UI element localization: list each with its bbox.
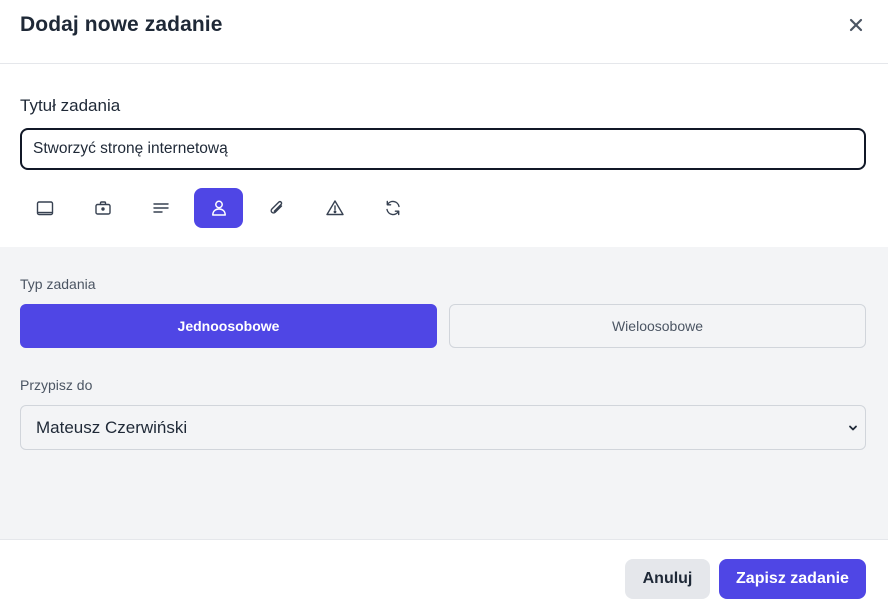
close-button[interactable] bbox=[846, 15, 866, 35]
priority-tool-button[interactable] bbox=[310, 188, 359, 228]
save-task-button[interactable]: Zapisz zadanie bbox=[719, 559, 866, 599]
briefcase-icon bbox=[94, 201, 111, 215]
close-icon bbox=[849, 18, 863, 32]
add-task-dialog: Dodaj nowe zadanie Tytuł zadania Stworzy… bbox=[0, 0, 888, 608]
task-title-input[interactable] bbox=[20, 128, 866, 170]
dialog-title: Dodaj nowe zadanie bbox=[20, 13, 223, 36]
assignee-tool-button[interactable] bbox=[194, 188, 243, 228]
task-type-toggle: Jednoosobowe Wieloosobowe bbox=[20, 304, 866, 348]
task-options-toolbar bbox=[20, 188, 417, 228]
assignee-select-value: Mateusz Czerwiński bbox=[36, 417, 188, 437]
paperclip-icon bbox=[270, 200, 282, 214]
title-section: Tytuł zadania bbox=[0, 64, 888, 248]
recurrence-tool-button[interactable] bbox=[368, 188, 417, 228]
warning-triangle-icon bbox=[325, 200, 344, 216]
assign-to-label: Przypisz do bbox=[20, 377, 93, 393]
task-type-label: Typ zadania bbox=[20, 276, 96, 292]
description-lines-icon bbox=[152, 203, 169, 213]
assignee-select[interactable]: Mateusz Czerwiński bbox=[20, 405, 866, 450]
description-tool-button[interactable] bbox=[136, 188, 185, 228]
dialog-header: Dodaj nowe zadanie bbox=[0, 0, 888, 64]
refresh-icon bbox=[385, 200, 400, 216]
cancel-button[interactable]: Anuluj bbox=[625, 559, 710, 599]
task-type-multi-button[interactable]: Wieloosobowe bbox=[449, 304, 866, 348]
chevron-down-icon bbox=[849, 425, 857, 431]
project-tool-button[interactable] bbox=[78, 188, 127, 228]
task-settings-panel: Typ zadania Jednoosobowe Wieloosobowe Pr… bbox=[0, 247, 888, 539]
dialog-footer: Anuluj Zapisz zadanie bbox=[0, 539, 888, 608]
calendar-icon bbox=[36, 201, 53, 216]
task-type-single-button[interactable]: Jednoosobowe bbox=[20, 304, 437, 348]
date-tool-button[interactable] bbox=[20, 188, 69, 228]
user-icon bbox=[211, 200, 226, 216]
attachment-tool-button[interactable] bbox=[252, 188, 301, 228]
task-title-label: Tytuł zadania bbox=[20, 96, 121, 115]
